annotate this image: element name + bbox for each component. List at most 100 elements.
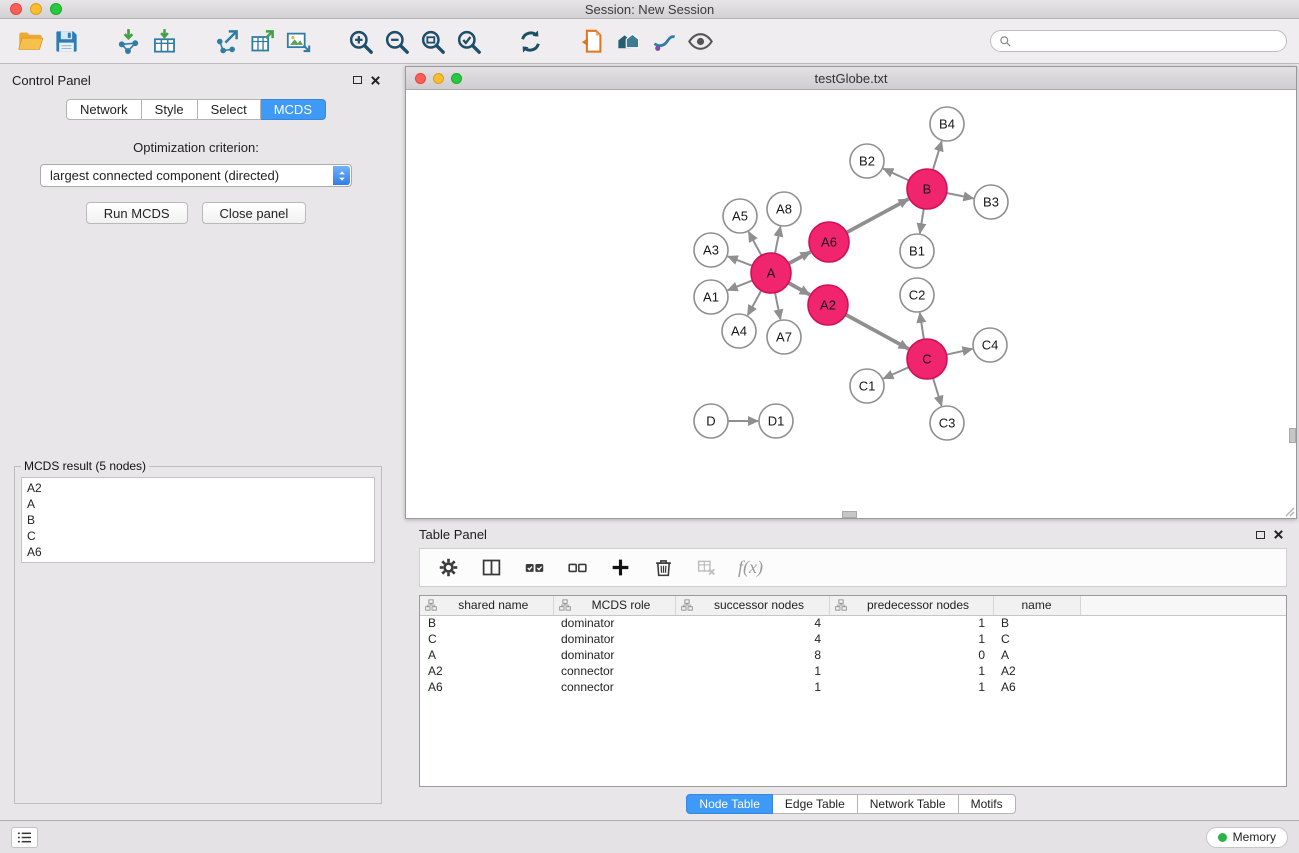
table-row[interactable]: A2connector11A2	[420, 663, 1286, 679]
node-A6[interactable]: A6	[809, 222, 849, 262]
node-B4[interactable]: B4	[930, 107, 964, 141]
style-button[interactable]	[646, 22, 682, 60]
table-float-button[interactable]	[1251, 527, 1269, 543]
show-hide-button[interactable]	[682, 22, 718, 60]
node-A1[interactable]: A1	[694, 280, 728, 314]
delete-column-button[interactable]	[650, 555, 676, 581]
node-D[interactable]: D	[694, 404, 728, 438]
edge-A-A8[interactable]	[775, 227, 780, 254]
edge-C-C3[interactable]	[933, 378, 942, 406]
node-C4[interactable]: C4	[973, 328, 1007, 362]
node-A5[interactable]: A5	[723, 199, 757, 233]
task-history-button[interactable]	[11, 827, 38, 848]
zoom-fit-button[interactable]	[414, 22, 450, 60]
node-B1[interactable]: B1	[900, 234, 934, 268]
table-settings-button[interactable]	[435, 555, 461, 581]
node-A2[interactable]: A2	[808, 285, 848, 325]
table-close-button[interactable]	[1269, 527, 1287, 543]
edge-C-C4[interactable]	[947, 349, 973, 355]
result-item[interactable]: A	[27, 496, 369, 512]
network-close-icon[interactable]	[415, 73, 426, 84]
save-session-button[interactable]	[48, 22, 84, 60]
criterion-dropdown[interactable]: largest connected component (directed)	[40, 164, 352, 187]
session-file-button[interactable]	[574, 22, 610, 60]
export-image-button[interactable]	[280, 22, 316, 60]
home-button[interactable]	[610, 22, 646, 60]
export-table-button[interactable]	[244, 22, 280, 60]
tab-style[interactable]: Style	[142, 99, 198, 120]
edge-B-B3[interactable]	[947, 193, 974, 198]
memory-button[interactable]: Memory	[1206, 827, 1288, 848]
node-A3[interactable]: A3	[694, 233, 728, 267]
search-box[interactable]	[990, 30, 1287, 52]
edge-A-A5[interactable]	[749, 232, 762, 256]
column-header-mcds-role[interactable]: MCDS role	[553, 596, 675, 615]
float-panel-button[interactable]	[348, 72, 366, 88]
deselect-all-button[interactable]	[564, 555, 590, 581]
node-B2[interactable]: B2	[850, 144, 884, 178]
zoom-in-button[interactable]	[342, 22, 378, 60]
close-panel-action-button[interactable]: Close panel	[202, 202, 307, 224]
minimize-window-icon[interactable]	[30, 3, 42, 15]
show-columns-button[interactable]	[478, 555, 504, 581]
edge-A-A4[interactable]	[748, 291, 762, 316]
mcds-result-list[interactable]: A2ABCA6	[21, 477, 375, 563]
edge-A6-B[interactable]	[847, 199, 909, 233]
column-header-predecessor-nodes[interactable]: predecessor nodes	[829, 596, 993, 615]
vertical-scrollbar-thumb[interactable]	[1289, 428, 1296, 443]
network-canvas[interactable]: B4B2BB3A8A5A6A3B1AC2A1A2A4A7C4CC1C3DD1	[406, 90, 1296, 518]
node-A7[interactable]: A7	[767, 320, 801, 354]
edge-C-C1[interactable]	[883, 367, 908, 378]
zoom-selected-button[interactable]	[450, 22, 486, 60]
tab-network[interactable]: Network	[66, 99, 142, 120]
run-mcds-button[interactable]: Run MCDS	[86, 202, 188, 224]
tab-network-table[interactable]: Network Table	[858, 794, 959, 814]
horizontal-scrollbar-thumb[interactable]	[842, 511, 857, 518]
node-C3[interactable]: C3	[930, 406, 964, 440]
tab-motifs[interactable]: Motifs	[959, 794, 1016, 814]
tab-mcds[interactable]: MCDS	[261, 99, 326, 120]
node-C[interactable]: C	[907, 339, 947, 379]
search-input[interactable]	[1016, 34, 1278, 48]
node-A4[interactable]: A4	[722, 314, 756, 348]
network-maximize-icon[interactable]	[451, 73, 462, 84]
network-minimize-icon[interactable]	[433, 73, 444, 84]
table-row[interactable]: Bdominator41B	[420, 615, 1286, 631]
refresh-layout-button[interactable]	[512, 22, 548, 60]
function-builder-button[interactable]: f(x)	[736, 557, 765, 578]
tab-select[interactable]: Select	[198, 99, 261, 120]
open-session-button[interactable]	[12, 22, 48, 60]
tab-node-table[interactable]: Node Table	[686, 794, 773, 814]
edge-B-B2[interactable]	[883, 169, 909, 181]
node-C1[interactable]: C1	[850, 369, 884, 403]
result-item[interactable]: B	[27, 512, 369, 528]
node-D1[interactable]: D1	[759, 404, 793, 438]
export-network-button[interactable]	[208, 22, 244, 60]
edge-A-A3[interactable]	[728, 256, 753, 265]
add-column-button[interactable]	[607, 555, 633, 581]
edge-B-B4[interactable]	[933, 141, 942, 170]
result-item[interactable]: C	[27, 528, 369, 544]
edge-A-A6[interactable]	[789, 252, 811, 264]
column-header-shared-name[interactable]: shared name	[420, 596, 553, 615]
delete-table-button[interactable]	[693, 555, 719, 581]
edge-C-C2[interactable]	[920, 313, 924, 339]
node-B3[interactable]: B3	[974, 185, 1008, 219]
close-window-icon[interactable]	[10, 3, 22, 15]
column-header-successor-nodes[interactable]: successor nodes	[675, 596, 829, 615]
edge-A-A1[interactable]	[728, 280, 753, 290]
column-header-name[interactable]: name	[993, 596, 1080, 615]
edge-A2-C[interactable]	[846, 315, 909, 349]
tab-edge-table[interactable]: Edge Table	[773, 794, 858, 814]
node-B[interactable]: B	[907, 169, 947, 209]
edge-A-A2[interactable]	[788, 283, 809, 295]
import-network-button[interactable]	[110, 22, 146, 60]
zoom-out-button[interactable]	[378, 22, 414, 60]
result-item[interactable]: A2	[27, 480, 369, 496]
node-A8[interactable]: A8	[767, 192, 801, 226]
table-row[interactable]: A6connector11A6	[420, 679, 1286, 695]
result-item[interactable]: A6	[27, 544, 369, 560]
node-C2[interactable]: C2	[900, 278, 934, 312]
resize-grip-icon[interactable]	[1283, 505, 1295, 517]
import-table-button[interactable]	[146, 22, 182, 60]
